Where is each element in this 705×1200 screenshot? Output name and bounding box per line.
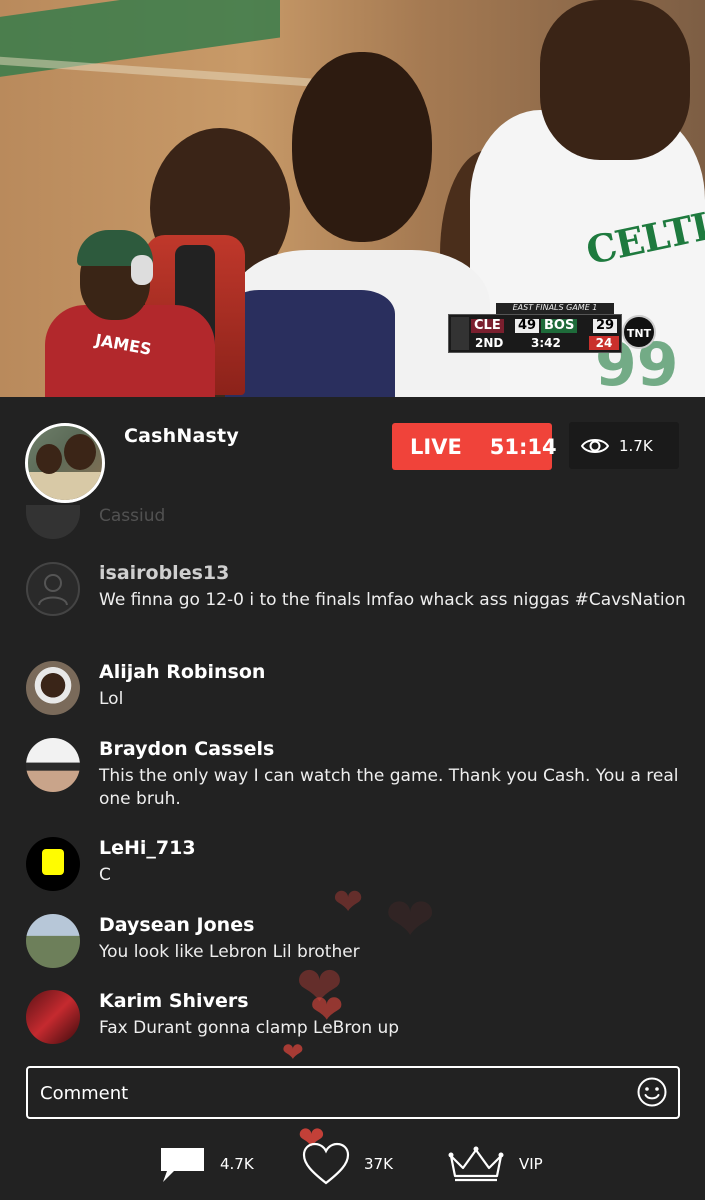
bottom-action-bar: 4.7K 37K VIP bbox=[0, 1138, 705, 1200]
team2-score: 29 bbox=[593, 319, 617, 333]
comment-username[interactable]: Alijah Robinson bbox=[99, 661, 265, 683]
host-name[interactable]: CashNasty bbox=[124, 425, 239, 447]
comment-feed[interactable]: Cassiud isairobles13 We finna go 12-0 i … bbox=[0, 505, 705, 1055]
comment-text: We finna go 12-0 i to the finals lmfao w… bbox=[99, 590, 686, 610]
floating-heart-icon: ❤ bbox=[333, 882, 364, 923]
eye-icon bbox=[581, 438, 609, 453]
chat-bubble-icon bbox=[161, 1148, 204, 1182]
avatar[interactable] bbox=[26, 990, 80, 1044]
likes-count: 37K bbox=[364, 1155, 393, 1173]
smiley-icon[interactable] bbox=[636, 1076, 668, 1108]
team1-score: 49 bbox=[515, 319, 539, 333]
like-button[interactable]: 37K bbox=[302, 1138, 393, 1190]
shot-clock: 24 bbox=[589, 336, 619, 350]
avatar[interactable] bbox=[26, 661, 80, 715]
avatar[interactable] bbox=[26, 914, 80, 968]
viewer-count: 1.7K bbox=[619, 436, 653, 455]
team1-label: CLE bbox=[471, 319, 504, 333]
avatar[interactable] bbox=[26, 562, 80, 616]
default-avatar-icon bbox=[38, 574, 68, 606]
video-player[interactable]: CELTICS 99 JAMES EAST FINALS GAME 1 CLE … bbox=[0, 0, 705, 397]
comments-count: 4.7K bbox=[220, 1155, 254, 1173]
avatar[interactable] bbox=[26, 738, 80, 792]
streamer-webcam: JAMES bbox=[15, 225, 250, 397]
series-label: EAST FINALS GAME 1 bbox=[496, 303, 614, 314]
vip-label: VIP bbox=[519, 1155, 543, 1173]
player-cavs-jersey bbox=[225, 290, 395, 397]
comment-username: Cassiud bbox=[99, 506, 166, 526]
comment-text: Fax Durant gonna clamp LeBron up bbox=[99, 1018, 400, 1038]
player-head bbox=[292, 52, 432, 242]
avatar bbox=[26, 505, 80, 539]
comment-username[interactable]: isairobles13 bbox=[99, 562, 229, 584]
comment-username[interactable]: Daysean Jones bbox=[99, 914, 254, 936]
crown-icon bbox=[448, 1146, 504, 1182]
avatar-shirt bbox=[28, 472, 102, 500]
avatar-face bbox=[64, 434, 96, 470]
heart-outline-icon bbox=[302, 1142, 350, 1185]
network-logo: TNT bbox=[622, 315, 656, 349]
comment-text: This the only way I can watch the game. … bbox=[99, 766, 679, 809]
avatar[interactable] bbox=[26, 837, 80, 891]
vip-button[interactable]: VIP bbox=[447, 1138, 543, 1190]
comment-username[interactable]: Braydon Cassels bbox=[99, 738, 274, 760]
team2-label: BOS bbox=[541, 319, 578, 333]
comment-input[interactable] bbox=[38, 1076, 612, 1111]
comment-username[interactable]: Karim Shivers bbox=[99, 990, 249, 1012]
floating-heart-icon: ❤ bbox=[310, 987, 344, 1033]
live-badge: LIVE 51:14 bbox=[392, 423, 557, 470]
comment-text: C bbox=[99, 865, 111, 885]
stream-timer: 51:14 bbox=[489, 434, 557, 459]
viewer-count-badge: 1.7K bbox=[569, 422, 679, 469]
comment-input-box[interactable] bbox=[26, 1066, 680, 1119]
comment-text: Lol bbox=[99, 689, 124, 709]
game-clock: 3:42 bbox=[531, 336, 561, 350]
snapcode-icon bbox=[42, 849, 64, 875]
quarter-label: 2ND bbox=[475, 336, 504, 350]
comments-button[interactable]: 4.7K bbox=[160, 1138, 254, 1190]
headset-icon bbox=[131, 255, 153, 285]
scorebug: EAST FINALS GAME 1 CLE 49 BOS 29 2ND 3:4… bbox=[448, 303, 660, 353]
floating-heart-icon: ❤ bbox=[282, 1038, 304, 1068]
nba-logo-icon bbox=[451, 317, 469, 350]
score-panel: CLE 49 BOS 29 2ND 3:42 24 bbox=[448, 314, 622, 353]
host-avatar[interactable] bbox=[25, 423, 105, 503]
player-head bbox=[540, 0, 690, 160]
comment-username[interactable]: LeHi_713 bbox=[99, 837, 196, 859]
live-label: LIVE bbox=[410, 434, 462, 459]
avatar-face bbox=[36, 444, 62, 474]
floating-heart-icon: ❤ bbox=[385, 885, 436, 955]
